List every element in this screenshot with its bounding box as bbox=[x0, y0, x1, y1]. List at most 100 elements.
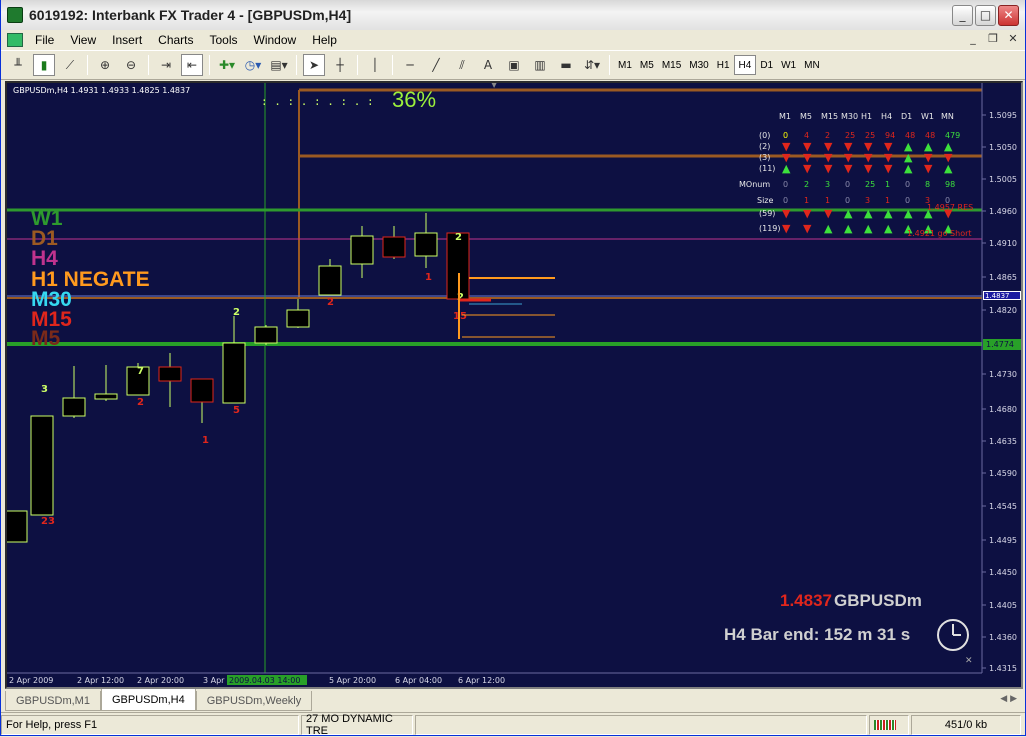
matrix-row-label: (119) bbox=[759, 224, 781, 233]
price-tick-label: 1.4315 bbox=[989, 664, 1017, 673]
text-label-icon[interactable]: ▣ bbox=[503, 54, 525, 76]
matrix-monum-value: 0 bbox=[845, 180, 850, 189]
arrow-down-icon: ▼ bbox=[884, 162, 893, 175]
vertical-line-icon[interactable]: │ bbox=[364, 54, 386, 76]
price-tick-label: 1.4545 bbox=[989, 502, 1017, 511]
matrix-ma-value: 479 bbox=[945, 131, 960, 140]
menu-charts[interactable]: Charts bbox=[150, 33, 201, 47]
menu-file[interactable]: File bbox=[27, 33, 62, 47]
candle-number: 3 bbox=[41, 384, 48, 395]
mdi-restore-button[interactable]: ❐ bbox=[985, 31, 1001, 47]
tab-scroll-arrows[interactable]: ◀ ▶ bbox=[1000, 694, 1017, 704]
matrix-row-label: (59) bbox=[759, 209, 775, 218]
timeframe-m5[interactable]: M5 bbox=[636, 55, 658, 75]
arrow-up-icon: ▲ bbox=[844, 222, 853, 235]
menu-view[interactable]: View bbox=[62, 33, 104, 47]
price-chart[interactable]: : . : . : . : . : 36% ▼ GBPUSDm,H4 1.493… bbox=[7, 83, 1021, 687]
tab-gbpusdm-m1[interactable]: GBPUSDm,M1 bbox=[5, 691, 101, 711]
chart-shift-icon[interactable]: ⇤ bbox=[181, 54, 203, 76]
mdi-close-button[interactable]: ✕ bbox=[1005, 31, 1021, 47]
zoom-in-icon[interactable]: ⊕ bbox=[94, 54, 116, 76]
text-icon[interactable]: A bbox=[477, 54, 499, 76]
candle-body bbox=[382, 236, 406, 258]
close-button[interactable]: ✕ bbox=[998, 5, 1019, 26]
timeframe-m1[interactable]: M1 bbox=[614, 55, 636, 75]
arrow-up-icon: ▲ bbox=[844, 207, 853, 220]
candlestick-chart-icon[interactable]: ▮ bbox=[33, 54, 55, 76]
progress-dots: : . : . : . : . : bbox=[261, 95, 374, 108]
trendline-icon[interactable]: ╱ bbox=[425, 54, 447, 76]
matrix-size-value: 0 bbox=[905, 196, 910, 205]
matrix-row-label: (3) bbox=[759, 153, 770, 162]
connection-icon[interactable] bbox=[869, 714, 909, 735]
tab-gbpusdm-h4[interactable]: GBPUSDm,H4 bbox=[100, 689, 196, 711]
timeframe-m30[interactable]: M30 bbox=[685, 55, 712, 75]
short-label: 1.4921 go Short bbox=[907, 229, 972, 238]
time-tick-label: 2 Apr 12:00 bbox=[77, 676, 124, 685]
chart-window[interactable]: : . : . : . : . : 36% ▼ GBPUSDm,H4 1.493… bbox=[5, 81, 1023, 689]
templates-icon[interactable]: ▤▾ bbox=[268, 54, 290, 76]
horizontal-line-icon[interactable]: ─ bbox=[399, 54, 421, 76]
candle-body bbox=[350, 235, 374, 265]
matrix-row-label: MOnum bbox=[739, 180, 770, 189]
periods-icon[interactable]: ◷▾ bbox=[242, 54, 264, 76]
matrix-size-value: 1 bbox=[885, 196, 890, 205]
matrix-ma-value: 4 bbox=[804, 131, 809, 140]
arrow-up-icon: ▲ bbox=[864, 207, 873, 220]
maximize-button[interactable]: □ bbox=[975, 5, 996, 26]
timeframe-h4[interactable]: H4 bbox=[733, 55, 757, 75]
chart-header: GBPUSDm,H4 1.4931 1.4933 1.4825 1.4837 bbox=[13, 86, 190, 95]
window-title: 6019192: Interbank FX Trader 4 - [GBPUSD… bbox=[29, 7, 352, 23]
minimize-button[interactable]: _ bbox=[952, 5, 973, 26]
timeframe-m15[interactable]: M15 bbox=[658, 55, 685, 75]
arrow-down-icon: ▼ bbox=[782, 222, 791, 235]
cursor-icon[interactable]: ➤ bbox=[303, 54, 325, 76]
matrix-monum-value: 0 bbox=[905, 180, 910, 189]
arrows-icon[interactable]: ⇵▾ bbox=[581, 54, 603, 76]
title-bar[interactable]: 6019192: Interbank FX Trader 4 - [GBPUSD… bbox=[1, 0, 1025, 30]
arrow-up-icon: ▲ bbox=[884, 207, 893, 220]
matrix-header: M30 bbox=[841, 112, 858, 121]
time-tick-label: 6 Apr 12:00 bbox=[458, 676, 505, 685]
zoom-out-icon[interactable]: ⊖ bbox=[120, 54, 142, 76]
candle-body bbox=[158, 366, 182, 382]
time-tick-label: 5 Apr 20:00 bbox=[329, 676, 376, 685]
channel-icon[interactable]: ⫽ bbox=[451, 54, 473, 76]
indicators-icon[interactable]: ✚▾ bbox=[216, 54, 238, 76]
chart-tabs: GBPUSDm,M1 GBPUSDm,H4 GBPUSDm,Weekly ◀ ▶ bbox=[5, 689, 1023, 711]
matrix-monum-value: 0 bbox=[783, 180, 788, 189]
matrix-size-value: 0 bbox=[845, 196, 850, 205]
line-chart-icon[interactable]: ⟋ bbox=[59, 54, 81, 76]
arrow-up-icon: ▲ bbox=[884, 222, 893, 235]
menu-insert[interactable]: Insert bbox=[104, 33, 150, 47]
tab-gbpusdm-weekly[interactable]: GBPUSDm,Weekly bbox=[195, 691, 313, 711]
matrix-row-label: (2) bbox=[759, 142, 770, 151]
arrow-up-icon: ▲ bbox=[824, 222, 833, 235]
timeframe-w1[interactable]: W1 bbox=[777, 55, 800, 75]
matrix-monum-value: 2 bbox=[804, 180, 809, 189]
timeframe-mn[interactable]: MN bbox=[800, 55, 824, 75]
crosshair-icon[interactable]: ┼ bbox=[329, 54, 351, 76]
menu-window[interactable]: Window bbox=[246, 33, 305, 47]
price-tick-label: 1.4590 bbox=[989, 469, 1017, 478]
auto-scroll-icon[interactable]: ⇥ bbox=[155, 54, 177, 76]
matrix-monum-value: 8 bbox=[925, 180, 930, 189]
matrix-header: H4 bbox=[881, 112, 892, 121]
price-tick-label: 1.4680 bbox=[989, 405, 1017, 414]
bar-chart-icon[interactable]: ╨ bbox=[7, 54, 29, 76]
arrow-down-icon: ▼ bbox=[824, 162, 833, 175]
fibonacci-icon[interactable]: ▥ bbox=[529, 54, 551, 76]
mdi-minimize-button[interactable]: _ bbox=[965, 31, 981, 47]
matrix-ma-value: 94 bbox=[885, 131, 895, 140]
doc-icon[interactable] bbox=[7, 33, 23, 47]
matrix-monum-value: 98 bbox=[945, 180, 955, 189]
menu-help[interactable]: Help bbox=[304, 33, 345, 47]
matrix-header: W1 bbox=[921, 112, 934, 121]
menu-tools[interactable]: Tools bbox=[202, 33, 246, 47]
timeframe-h1[interactable]: H1 bbox=[713, 55, 734, 75]
candle-body bbox=[94, 393, 118, 400]
rectangle-icon[interactable]: ▬ bbox=[555, 54, 577, 76]
matrix-ma-value: 25 bbox=[845, 131, 855, 140]
timeframe-d1[interactable]: D1 bbox=[756, 55, 777, 75]
time-tick-label: 3 Apr bbox=[203, 676, 225, 685]
